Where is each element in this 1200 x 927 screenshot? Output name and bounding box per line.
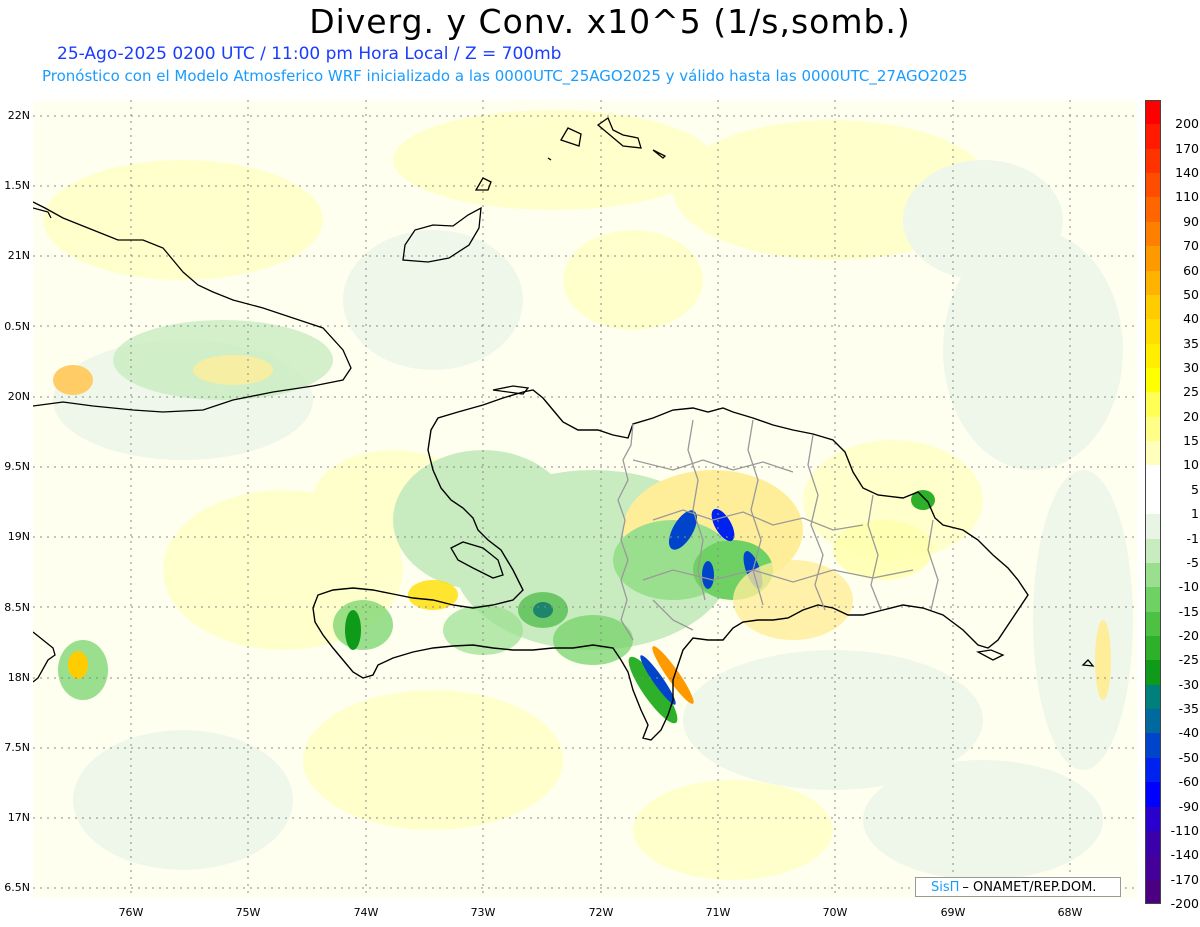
legend-label: 10	[1183, 457, 1199, 473]
legend-label: 30	[1183, 360, 1199, 375]
legend-label: -5	[1186, 554, 1199, 570]
legend-label: 200	[1175, 116, 1199, 132]
legend-label: 1	[1191, 506, 1199, 522]
legend-label: -140	[1170, 847, 1199, 863]
legend-label: 110	[1175, 189, 1199, 205]
lat-label: 9.5N	[4, 460, 30, 473]
color-legend	[1145, 100, 1161, 905]
map-title: Diverg. y Conv. x10^5 (1/s,somb.)	[309, 2, 911, 41]
lat-label: 22N	[7, 109, 30, 122]
legend-label: 60	[1183, 262, 1199, 278]
lat-label: 7.5N	[4, 741, 30, 754]
legend-label: -40	[1178, 725, 1199, 741]
lat-label: 21N	[7, 249, 30, 262]
legend-label: -30	[1178, 676, 1199, 692]
lat-label: 6.5N	[4, 881, 30, 894]
legend-label: 50	[1183, 286, 1199, 302]
legend-label: -90	[1178, 798, 1199, 814]
sispi-logo: SisΠ	[931, 879, 960, 895]
map-subtitle: 25-Ago-2025 0200 UTC / 11:00 pm Hora Loc…	[57, 44, 562, 64]
legend-label: 15	[1183, 433, 1199, 449]
lat-label: 8.5N	[4, 601, 30, 614]
legend-label: 170	[1175, 140, 1199, 156]
lat-label: 19N	[7, 530, 30, 543]
lon-label: 74W	[353, 906, 379, 919]
lon-label: 73W	[470, 906, 496, 919]
lon-label: 69W	[940, 906, 966, 919]
legend-label: -110	[1170, 822, 1199, 838]
map-frame	[33, 100, 1137, 898]
legend-label: -35	[1178, 701, 1199, 717]
lat-label: 0.5N	[4, 320, 30, 333]
lon-label: 72W	[588, 906, 614, 919]
lon-label: 70W	[822, 906, 848, 919]
legend-label: -200	[1170, 896, 1199, 911]
lon-label: 76W	[118, 906, 144, 919]
legend-label: 70	[1183, 238, 1199, 254]
legend-label: -15	[1178, 603, 1199, 619]
legend-border	[1145, 100, 1161, 904]
legend-label: 140	[1175, 165, 1199, 181]
legend-label: 25	[1183, 384, 1199, 400]
lon-label: 71W	[705, 906, 731, 919]
legend-label: -25	[1178, 652, 1199, 668]
lat-label: 17N	[7, 811, 30, 824]
legend-label: -50	[1178, 749, 1199, 765]
lat-label: 1.5N	[4, 179, 30, 192]
credit-box: SisΠ – ONAMET/REP.DOM.	[915, 877, 1121, 897]
legend-label: -170	[1170, 871, 1199, 887]
legend-label: -20	[1178, 628, 1199, 643]
lon-label: 75W	[235, 906, 261, 919]
lat-label: 20N	[7, 390, 30, 403]
legend-label: 5	[1191, 481, 1199, 497]
credit-org: – ONAMET/REP.DOM.	[962, 879, 1097, 895]
legend-label: -60	[1178, 774, 1199, 790]
divergence-map	[33, 100, 1137, 898]
lat-label: 18N	[7, 671, 30, 684]
legend-label: 90	[1183, 213, 1199, 229]
legend-label: 40	[1183, 311, 1199, 327]
legend-label: -10	[1178, 579, 1199, 595]
legend-label: 35	[1183, 335, 1199, 351]
legend-label: -1	[1186, 530, 1199, 546]
lon-label: 68W	[1057, 906, 1083, 919]
forecast-validity: Pronóstico con el Modelo Atmosferico WRF…	[42, 67, 968, 85]
legend-label: 20	[1183, 408, 1199, 424]
